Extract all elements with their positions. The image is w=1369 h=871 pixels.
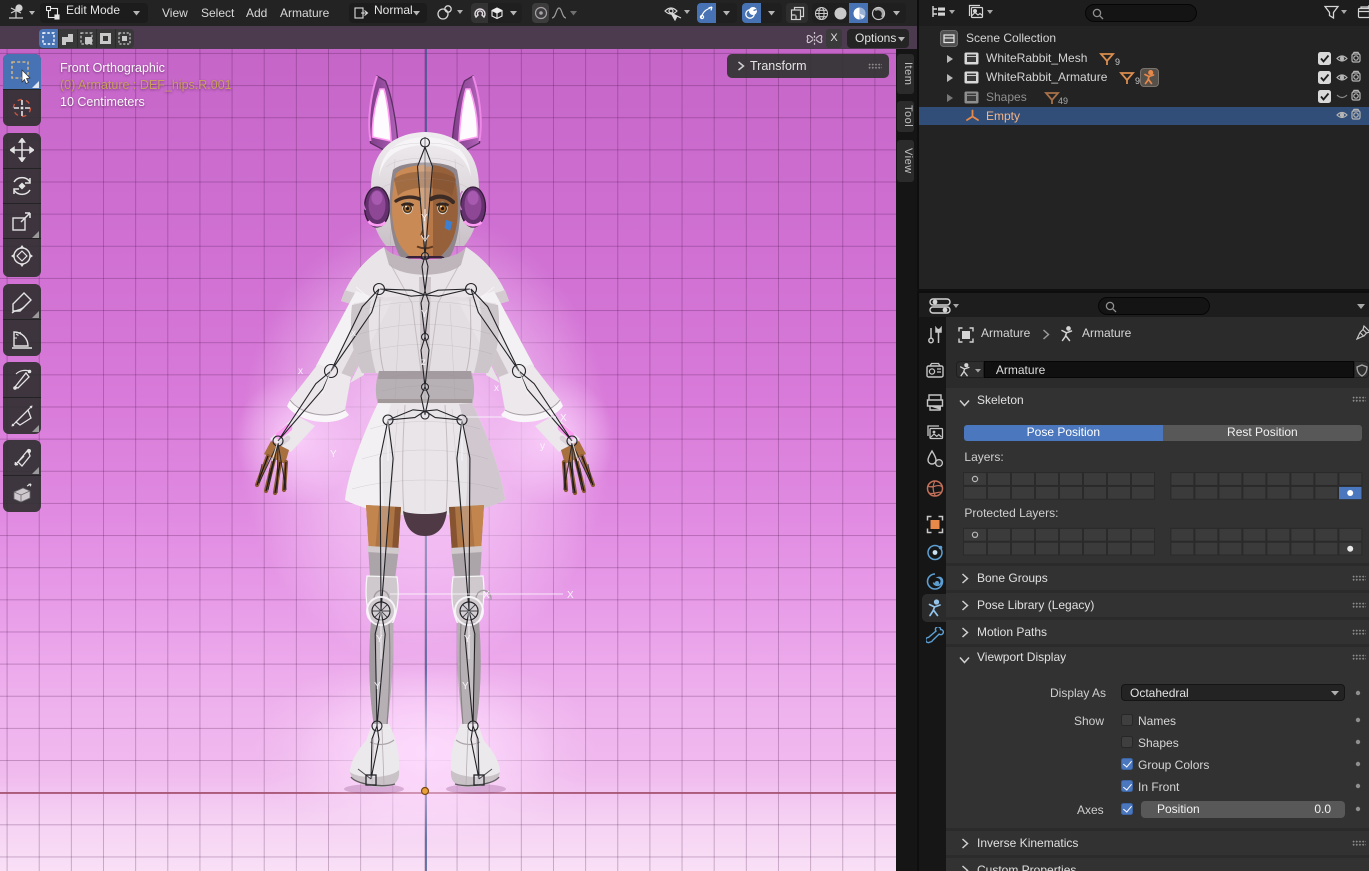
svg-text:x: x [351,328,356,339]
svg-text:x: x [494,383,499,394]
svg-text:x: x [298,366,303,377]
svg-text:X: X [560,413,567,424]
svg-text:X: X [567,590,574,601]
svg-text:Y: Y [464,634,471,645]
svg-text:X: X [483,590,490,601]
svg-text:Y: Y [374,681,381,692]
svg-text:z: z [421,357,426,368]
svg-text:Y: Y [421,213,428,224]
svg-text:Y: Y [421,309,428,320]
svg-text:Y: Y [330,449,337,460]
svg-text:Y: Y [376,634,383,645]
svg-text:Y: Y [462,681,469,692]
svg-text:y: y [540,441,545,452]
